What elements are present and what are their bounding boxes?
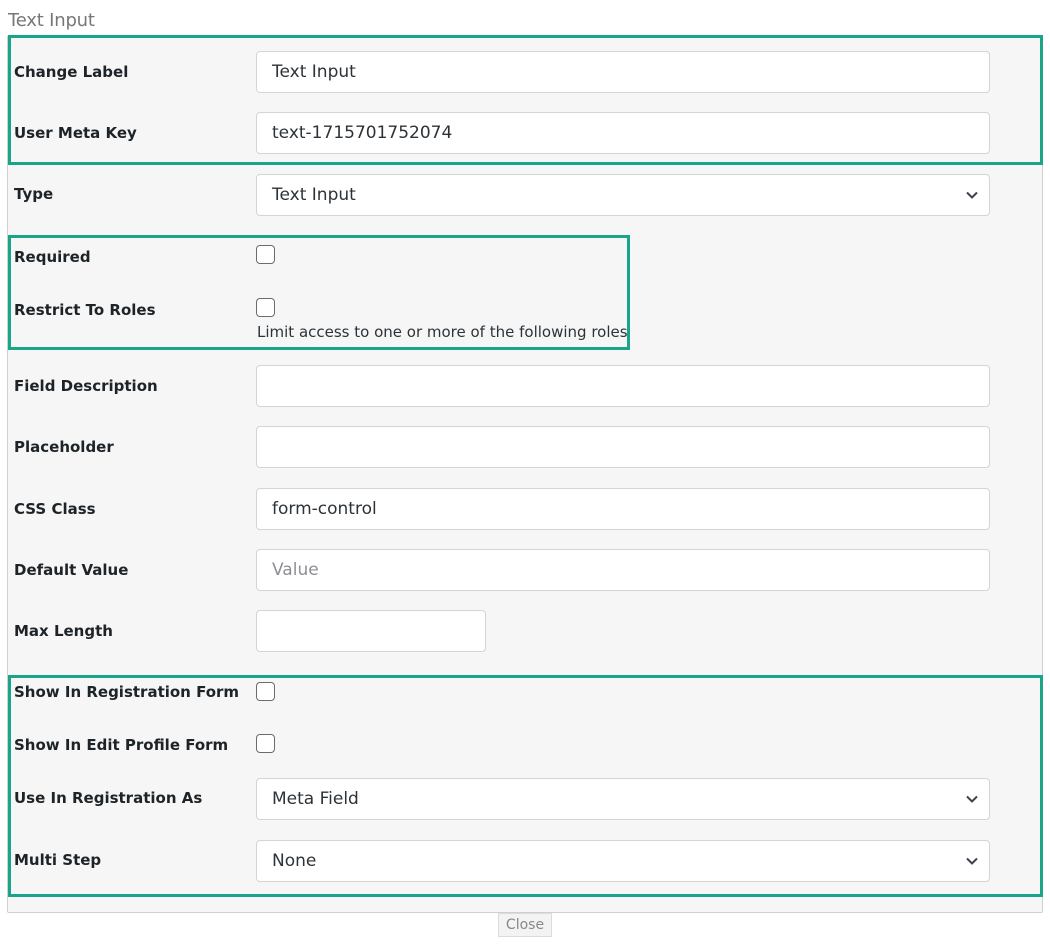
change-label-input[interactable] [256, 51, 990, 93]
css-class-label: CSS Class [14, 500, 96, 518]
placeholder-input[interactable] [256, 426, 990, 468]
multi-step-select[interactable]: None [256, 840, 990, 882]
css-class-input[interactable] [256, 488, 990, 530]
type-label: Type [14, 185, 54, 203]
field-description-label: Field Description [14, 377, 158, 395]
multi-step-value: None [272, 851, 317, 871]
show-in-edit-profile-checkbox[interactable] [256, 734, 275, 753]
placeholder-label: Placeholder [14, 438, 114, 456]
field-description-input[interactable] [256, 365, 990, 407]
use-in-registration-as-value: Meta Field [272, 789, 359, 809]
restrict-to-roles-help: Limit access to one or more of the follo… [257, 323, 628, 341]
max-length-label: Max Length [14, 622, 113, 640]
user-meta-key-label: User Meta Key [14, 124, 137, 142]
chevron-down-icon [966, 191, 978, 199]
restrict-to-roles-checkbox[interactable] [256, 298, 275, 317]
user-meta-key-input[interactable] [256, 112, 990, 154]
show-in-registration-checkbox[interactable] [256, 682, 275, 701]
show-in-registration-label: Show In Registration Form [14, 683, 240, 701]
restrict-to-roles-label: Restrict To Roles [14, 301, 156, 319]
chevron-down-icon [966, 857, 978, 865]
default-value-input[interactable] [256, 549, 990, 591]
use-in-registration-as-label: Use In Registration As [14, 789, 203, 807]
required-label: Required [14, 248, 91, 266]
required-checkbox[interactable] [256, 245, 275, 264]
chevron-down-icon [966, 795, 978, 803]
change-label-label: Change Label [14, 63, 129, 81]
panel-title: Text Input [8, 10, 95, 31]
multi-step-label: Multi Step [14, 851, 102, 869]
type-select-value: Text Input [272, 185, 356, 205]
default-value-label: Default Value [14, 561, 129, 579]
type-select[interactable]: Text Input [256, 174, 990, 216]
show-in-edit-profile-label: Show In Edit Profile Form [14, 736, 229, 754]
close-button[interactable]: Close [498, 913, 552, 937]
max-length-input[interactable] [256, 610, 486, 652]
use-in-registration-as-select[interactable]: Meta Field [256, 778, 990, 820]
